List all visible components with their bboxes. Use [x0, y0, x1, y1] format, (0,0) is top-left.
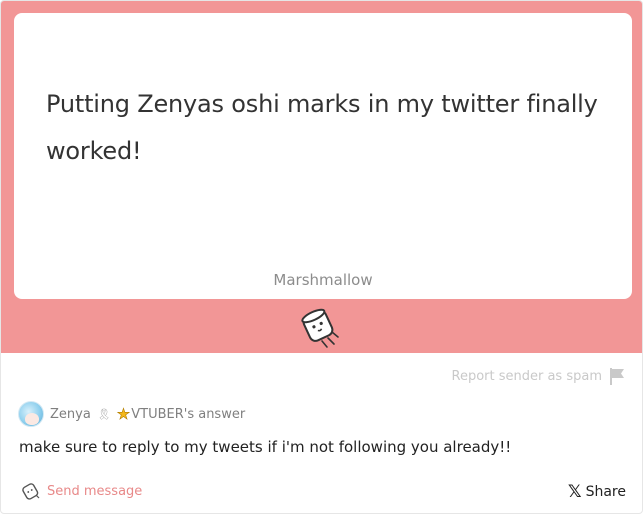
- answer-suffix: VTUBER's answer: [131, 406, 246, 422]
- ribbon-icon: 🎗: [96, 407, 111, 421]
- marshmallow-post: Putting Zenyas oshi marks in my twitter …: [0, 0, 643, 514]
- share-button[interactable]: 𝕏 Share: [568, 481, 626, 503]
- answer-text: make sure to reply to my tweets if i'm n…: [19, 438, 512, 456]
- marshmallow-mascot-icon: [301, 308, 339, 348]
- marshmallow-icon: [22, 483, 40, 500]
- send-message-label: Send message: [47, 483, 143, 499]
- send-message-button[interactable]: Send message: [21, 479, 142, 503]
- answer-label: ★ VTUBER's answer: [116, 405, 246, 424]
- star-icon: ★: [116, 405, 131, 424]
- answer-header: Zenya 🎗 ★ VTUBER's answer: [18, 401, 245, 427]
- question-card: Putting Zenyas oshi marks in my twitter …: [14, 13, 632, 299]
- question-background: Putting Zenyas oshi marks in my twitter …: [1, 1, 642, 353]
- share-label: Share: [585, 484, 626, 500]
- x-logo-icon: 𝕏: [567, 481, 582, 502]
- avatar[interactable]: [18, 401, 44, 427]
- brand-label: Marshmallow: [273, 271, 373, 289]
- question-text: Putting Zenyas oshi marks in my twitter …: [46, 90, 598, 165]
- author-name[interactable]: Zenya: [50, 407, 91, 422]
- flag-icon: [610, 368, 624, 385]
- report-spam-link[interactable]: Report sender as spam: [452, 366, 627, 386]
- report-label: Report sender as spam: [451, 368, 603, 384]
